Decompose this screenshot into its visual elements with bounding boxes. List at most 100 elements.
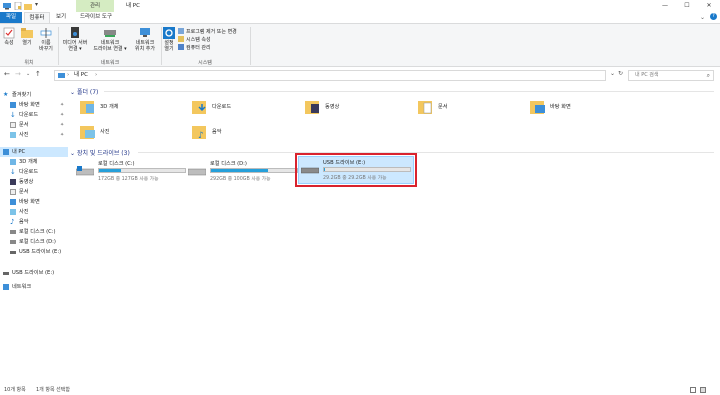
map-drive-label-2: 드라이브 연결 ▾ [93,46,127,52]
media-server-button[interactable]: 미디어 서버 연결 ▾ [60,27,90,52]
pictures-icon [10,209,16,215]
folder-label: 사진 [100,129,110,135]
uninstall-icon [178,28,184,34]
document-icon [10,189,16,195]
context-tab-manage[interactable]: 관리 [76,0,114,12]
pin-icon[interactable]: ✦ [60,120,64,130]
tab-computer[interactable]: 컴퓨터 [24,12,50,23]
open-settings-button[interactable]: 설정 열기 [162,27,176,52]
folder-item-pictures[interactable]: 사진 [80,122,190,144]
downloads-folder-icon [192,99,208,115]
sidebar-item-label: 3D 개체 [19,159,38,165]
close-button[interactable]: ✕ [698,0,720,12]
tab-drive-tools[interactable]: 드라이브 도구 [74,12,118,23]
3d-objects-icon [10,159,16,165]
rename-button[interactable]: 이름 바꾸기 [37,27,55,52]
documents-folder-icon [418,99,434,115]
sidebar-item-documents[interactable]: 문서 ✦ [10,120,68,130]
search-input[interactable]: 내 PC 검색 ⌕ [628,70,714,81]
sidebar-item-label: 로컬 디스크 (C:) [19,229,56,235]
refresh-button[interactable]: ↻ [618,70,623,77]
address-bar[interactable]: › 내 PC › [54,70,606,81]
breadcrumb-this-pc[interactable]: 내 PC [74,71,88,80]
this-pc-icon [58,73,65,78]
videos-folder-icon [305,99,321,115]
desktop-folder-icon [530,99,546,115]
open-button[interactable]: 열기 [20,27,34,46]
selected-count: 1개 항목 선택함 [36,387,70,393]
hard-drive-icon [10,240,16,244]
sidebar-item-label: 사진 [19,209,29,215]
properties-icon [3,27,15,39]
ribbon-tabs: 파일 컴퓨터 보기 드라이브 도구 ⌄ ? [0,12,720,23]
sidebar-item-label: 바탕 화면 [19,199,40,205]
sidebar-item-this-pc[interactable]: 내 PC [0,147,68,157]
address-dropdown-icon[interactable]: ⌄ [610,70,615,77]
media-server-icon [69,27,81,39]
folder-item-desktop[interactable]: 바탕 화면 [530,97,640,119]
system-properties-button[interactable]: 시스템 속성 [178,36,211,43]
recent-locations-button[interactable]: ⌄ [26,71,30,77]
help-icon[interactable]: ? [710,13,717,20]
details-view-icon[interactable] [690,387,696,393]
add-network-location-button[interactable]: 네트워크 위치 추가 [130,27,160,52]
forward-button[interactable]: → [15,70,21,78]
tab-file[interactable]: 파일 [0,12,22,23]
folder-item-documents[interactable]: 문서 [418,97,528,119]
item-count: 10개 항목 [4,387,26,393]
customize-qat-icon[interactable]: ▾ [35,1,38,8]
this-pc-icon[interactable] [3,2,11,10]
up-button[interactable]: ↑ [35,70,41,78]
properties-button[interactable]: 속성 [2,27,16,46]
breadcrumb-separator: › [95,72,98,78]
ribbon-collapse-icon[interactable]: ⌄ [700,14,705,21]
pin-icon[interactable]: ✦ [60,130,64,140]
3d-objects-folder-icon [80,99,96,115]
pin-icon[interactable]: ✦ [60,100,64,110]
hard-drive-icon [187,166,207,176]
sidebar-item-quick-access[interactable]: ★ 즐겨찾기 [3,90,67,100]
drive-label: 로컬 디스크 (C:) [98,161,135,167]
folder-item-downloads[interactable]: 다운로드 [192,97,302,119]
chevron-down-icon: ⌄ [70,89,77,96]
sidebar-item-label: 동영상 [19,179,34,185]
uninstall-programs-button[interactable]: 프로그램 제거 또는 변경 [178,28,237,35]
folder-item-videos[interactable]: 동영상 [305,97,415,119]
navigation-bar: ← → ⌄ ↑ › 내 PC › ⌄ ↻ 내 PC 검색 ⌕ [0,67,720,83]
computer-management-button[interactable]: 컴퓨터 관리 [178,44,211,51]
chevron-down-icon: ⌄ [70,150,77,157]
folders-section-header[interactable]: ⌄ 폴더 (7) [70,87,716,96]
folder-item-music[interactable]: ♪ 음악 [192,122,302,144]
properties-quick-icon[interactable] [14,1,22,11]
drive-usage-fill [211,169,268,172]
ribbon-divider [58,27,59,65]
drive-item-c[interactable]: 로컬 디스크 (C:) 172GB 중 127GB 사용 가능 [74,158,190,184]
tab-view[interactable]: 보기 [52,12,70,23]
section-divider [138,152,714,153]
hard-drive-icon [10,230,16,234]
computer-management-icon [178,44,184,50]
windows-drive-icon [75,166,95,176]
minimize-button[interactable]: — [654,0,676,12]
title-bar: ▾ 관리 내 PC — ☐ ✕ [0,0,720,12]
drive-free-space: 292GB 중 100GB 사용 가능 [210,177,271,182]
pin-icon[interactable]: ✦ [60,110,64,120]
download-arrow-icon: ↓ [10,111,16,119]
drive-usage-fill [99,169,122,172]
large-icons-view-icon[interactable] [700,387,706,393]
folder-label: 3D 개체 [100,104,119,110]
back-button[interactable]: ← [4,70,10,78]
drive-free-space: 172GB 중 127GB 사용 가능 [98,177,159,182]
drive-item-d[interactable]: 로컬 디스크 (D:) 292GB 중 100GB 사용 가능 [186,158,302,184]
sidebar-item-label: 바탕 화면 [19,102,40,108]
sidebar-item-pictures[interactable]: 사진 ✦ [10,130,68,140]
folder-label: 바탕 화면 [550,104,571,110]
sidebar-item-downloads[interactable]: ↓ 다운로드 ✦ [10,110,68,120]
system-properties-label: 시스템 속성 [186,37,211,43]
map-network-drive-button[interactable]: 네트워크 드라이브 연결 ▾ [92,27,128,52]
properties-label: 속성 [4,40,14,46]
maximize-button[interactable]: ☐ [676,0,698,12]
folder-item-3d-objects[interactable]: 3D 개체 [80,97,190,119]
new-folder-quick-icon[interactable] [24,2,32,10]
sidebar-item-desktop[interactable]: 바탕 화면 ✦ [10,100,68,110]
